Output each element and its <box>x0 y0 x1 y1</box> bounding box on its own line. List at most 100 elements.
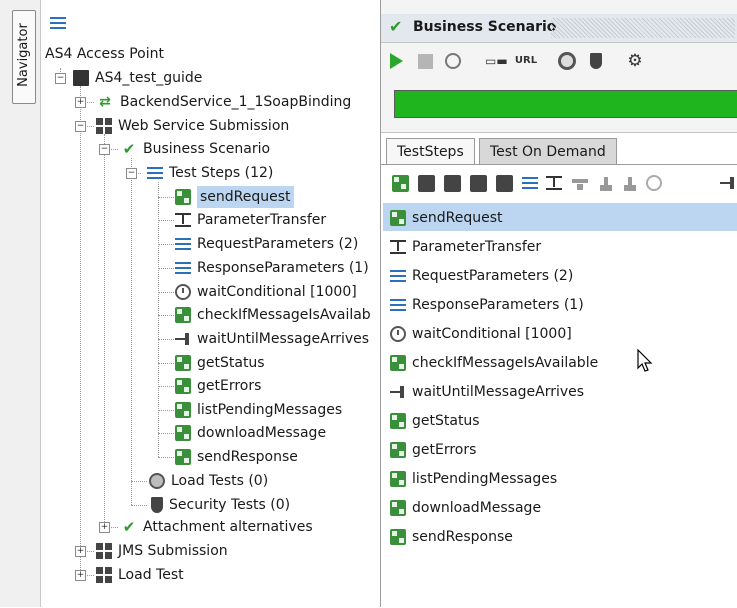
list-item[interactable]: ParameterTransfer <box>390 234 541 260</box>
add-groovy-step-icon[interactable] <box>598 175 615 192</box>
list-item[interactable]: getStatus <box>390 408 480 434</box>
list-item[interactable]: sendResponse <box>390 524 513 550</box>
expand-toggle-binding[interactable]: + <box>75 97 86 108</box>
list-item-label: getStatus <box>412 413 480 429</box>
tree-step-item[interactable]: waitUntilMessageArrives <box>175 328 369 350</box>
tree-item-security-tests-label: Security Tests (0) <box>169 497 291 513</box>
expand-toggle-jms[interactable]: + <box>75 546 86 557</box>
tree-item-load-test-label: Load Test <box>118 567 184 583</box>
expand-toggle-project[interactable]: − <box>55 73 66 84</box>
list-item[interactable]: waitConditional [1000] <box>390 321 572 347</box>
stop-button[interactable] <box>418 52 434 70</box>
tree-step-label: sendResponse <box>197 449 298 465</box>
tree-step-item[interactable]: sendRequest <box>175 186 294 208</box>
expand-toggle-testcase[interactable]: − <box>99 144 110 155</box>
list-item-label: waitUntilMessageArrives <box>412 384 585 400</box>
soap-request-icon <box>390 442 406 458</box>
expand-toggle-load-test[interactable]: + <box>75 570 86 581</box>
tree-item-load-test[interactable]: Load Test <box>96 564 184 586</box>
add-jdbc-step-icon[interactable] <box>496 175 513 192</box>
testsuite-grid-icon <box>96 543 112 559</box>
soap-request-icon <box>390 529 406 545</box>
properties-list-icon <box>390 297 406 313</box>
load-test-gauge-icon[interactable] <box>558 52 576 70</box>
tree-step-label: sendRequest <box>197 186 294 208</box>
tree-step-item[interactable]: ParameterTransfer <box>175 209 326 231</box>
tree-step-item[interactable]: waitConditional [1000] <box>175 281 357 303</box>
list-item-label: downloadMessage <box>412 500 542 516</box>
tree-item-project-label: AS4_test_guide <box>95 70 203 86</box>
soap-request-icon <box>175 449 191 465</box>
shield-icon[interactable] <box>588 52 604 70</box>
list-item[interactable]: RequestParameters (2) <box>390 263 573 289</box>
expand-toggle-testsuite[interactable]: − <box>75 121 86 132</box>
list-item[interactable]: getErrors <box>390 437 476 463</box>
tree-item-binding[interactable]: ⇄ BackendService_1_1SoapBinding <box>96 91 351 113</box>
add-amf-step-icon[interactable] <box>470 175 487 192</box>
add-http-step-icon[interactable] <box>444 175 461 192</box>
list-item-label: waitConditional [1000] <box>412 326 572 342</box>
endpoint-key-icon[interactable]: ▭▬ <box>485 52 508 70</box>
list-icon <box>147 165 163 181</box>
clock-icon <box>175 284 191 300</box>
tree-item-teststeps[interactable]: Test Steps (12) <box>147 162 273 184</box>
tree-item-testsuite-label: Web Service Submission <box>118 118 290 134</box>
tree-item-security-tests[interactable]: Security Tests (0) <box>149 494 290 516</box>
add-soap-step-icon[interactable] <box>392 175 409 192</box>
add-script-step-icon[interactable] <box>622 175 639 192</box>
list-item[interactable]: listPendingMessages <box>390 466 557 492</box>
tree-item-testcase[interactable]: ✔ Business Scenario <box>121 138 270 160</box>
add-properties-step-icon[interactable] <box>522 175 539 192</box>
tree-item-attachment[interactable]: ✔ Attachment alternatives <box>121 516 313 538</box>
soap-request-icon <box>390 210 406 226</box>
tree-step-item[interactable]: getErrors <box>175 375 261 397</box>
tree-item-testsuite[interactable]: Web Service Submission <box>96 115 289 137</box>
tab-teststeps[interactable]: TestSteps <box>386 138 475 165</box>
url-button[interactable]: URL <box>514 52 538 70</box>
expand-toggle-teststeps[interactable]: − <box>126 168 137 179</box>
run-button[interactable] <box>390 52 404 70</box>
add-condition-step-icon[interactable] <box>572 175 589 192</box>
mouse-cursor-icon <box>637 349 653 372</box>
soap-request-icon <box>390 471 406 487</box>
list-item[interactable]: downloadMessage <box>390 495 541 521</box>
tree-item-load-tests[interactable]: Load Tests (0) <box>149 470 268 492</box>
soap-request-icon <box>175 307 191 323</box>
list-item[interactable]: checkIfMessageIsAvailable <box>390 350 598 376</box>
editor-title: Business Scenario <box>413 19 557 35</box>
tree-item-jms-label: JMS Submission <box>118 543 228 559</box>
tree-step-item[interactable]: listPendingMessages <box>175 399 342 421</box>
tree-step-label: downloadMessage <box>197 425 327 441</box>
tree-step-item[interactable]: RequestParameters (2) <box>175 233 358 255</box>
soap-request-icon <box>390 500 406 516</box>
tree-step-label: checkIfMessageIsAvailab <box>197 307 371 323</box>
list-item[interactable]: ResponseParameters (1) <box>390 292 584 318</box>
expand-toggle-attachment[interactable]: + <box>99 522 110 533</box>
tree-item-project[interactable]: AS4_test_guide <box>73 67 202 89</box>
property-transfer-icon <box>175 212 191 228</box>
tree-step-item[interactable]: ResponseParameters (1) <box>175 257 369 279</box>
add-transfer-step-icon[interactable] <box>546 175 563 192</box>
tree-item-jms[interactable]: JMS Submission <box>96 540 228 562</box>
add-wait-step-icon[interactable] <box>720 175 737 192</box>
soap-request-icon <box>390 413 406 429</box>
add-delay-step-icon[interactable] <box>646 175 662 191</box>
tree-step-label: ParameterTransfer <box>197 212 327 228</box>
loop-icon[interactable] <box>444 52 462 70</box>
list-item[interactable]: sendRequest <box>390 205 503 231</box>
add-rest-step-icon[interactable] <box>418 175 435 192</box>
tree-step-item[interactable]: downloadMessage <box>175 422 326 444</box>
tree-item-teststeps-label: Test Steps (12) <box>169 165 274 181</box>
list-view-icon[interactable] <box>50 14 68 29</box>
navigator-tab[interactable]: Navigator <box>12 10 36 104</box>
tab-test-on-demand[interactable]: Test On Demand <box>479 138 617 165</box>
gear-icon[interactable]: ⚙ <box>626 52 644 70</box>
tree-step-item[interactable]: getStatus <box>175 352 265 374</box>
list-item[interactable]: waitUntilMessageArrives <box>390 379 584 405</box>
tree-step-item[interactable]: checkIfMessageIsAvailab <box>175 304 371 326</box>
tree-step-label: RequestParameters (2) <box>197 236 359 252</box>
list-item-label: getErrors <box>412 442 477 458</box>
tree-step-item[interactable]: sendResponse <box>175 446 298 468</box>
editor-title-bar: ✔ Business Scenario <box>381 14 737 43</box>
tree-root-access-point[interactable]: AS4 Access Point <box>45 43 164 65</box>
